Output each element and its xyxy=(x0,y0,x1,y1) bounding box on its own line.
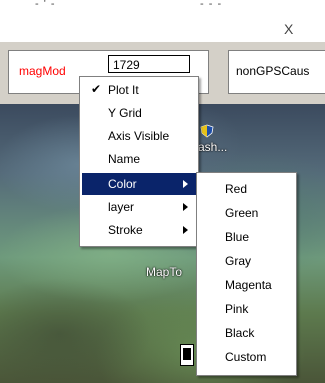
menu-item-axis-visible[interactable]: Axis Visible xyxy=(82,125,196,147)
menu-item-color[interactable]: Color xyxy=(82,173,196,195)
shield-icon xyxy=(200,124,214,138)
context-menu: ✔ Plot It Y Grid Axis Visible Name Color… xyxy=(79,76,199,247)
title-fragment-left: - ' - xyxy=(35,0,56,10)
cause-field-label: nonGPSCaus xyxy=(236,64,310,78)
color-option-custom[interactable]: Custom xyxy=(199,345,294,369)
submenu-arrow-icon xyxy=(183,203,188,211)
color-submenu: Red Green Blue Gray Magenta Pink Black C… xyxy=(196,172,297,376)
color-option-label: Pink xyxy=(225,302,249,316)
submenu-arrow-icon xyxy=(183,180,188,188)
close-button[interactable]: X xyxy=(284,22,293,36)
color-option-label: Green xyxy=(225,206,259,220)
menu-item-layer[interactable]: layer xyxy=(82,196,196,218)
check-icon: ✔ xyxy=(91,82,102,96)
title-fragment-right: - - - xyxy=(200,0,223,10)
color-option-label: Custom xyxy=(225,350,267,364)
menu-item-label: Color xyxy=(108,177,137,191)
color-option-label: Black xyxy=(225,326,255,340)
color-option-pink[interactable]: Pink xyxy=(199,297,294,321)
menu-item-label: Name xyxy=(108,152,141,166)
color-option-green[interactable]: Green xyxy=(199,201,294,225)
color-option-label: Blue xyxy=(225,230,250,244)
menu-item-plot-it[interactable]: ✔ Plot It xyxy=(82,79,196,101)
menu-item-stroke[interactable]: Stroke xyxy=(82,219,196,241)
mag-value-input[interactable]: 1729 xyxy=(108,55,190,73)
map-label-mapto: MapTo xyxy=(146,265,183,279)
color-option-gray[interactable]: Gray xyxy=(199,249,294,273)
color-option-magenta[interactable]: Magenta xyxy=(199,273,294,297)
color-option-label: Red xyxy=(225,182,248,196)
color-option-blue[interactable]: Blue xyxy=(199,225,294,249)
menu-item-label: layer xyxy=(108,200,135,214)
map-label-flash: ash... xyxy=(198,140,228,154)
menu-item-label: Axis Visible xyxy=(108,129,170,143)
menu-item-y-grid[interactable]: Y Grid xyxy=(82,102,196,124)
menu-item-label: Stroke xyxy=(108,223,143,237)
color-option-black[interactable]: Black xyxy=(199,321,294,345)
color-option-label: Gray xyxy=(225,254,252,268)
color-option-label: Magenta xyxy=(225,278,272,292)
submenu-arrow-icon xyxy=(183,226,188,234)
color-option-red[interactable]: Red xyxy=(199,177,294,201)
menu-item-name[interactable]: Name xyxy=(82,148,196,170)
title-strip: - ' - - - - X xyxy=(0,0,325,40)
mag-field-label: magMod xyxy=(19,64,66,78)
menu-item-label: Y Grid xyxy=(108,106,142,120)
menu-item-label: Plot It xyxy=(108,83,139,97)
map-marker-icon[interactable] xyxy=(180,344,194,366)
